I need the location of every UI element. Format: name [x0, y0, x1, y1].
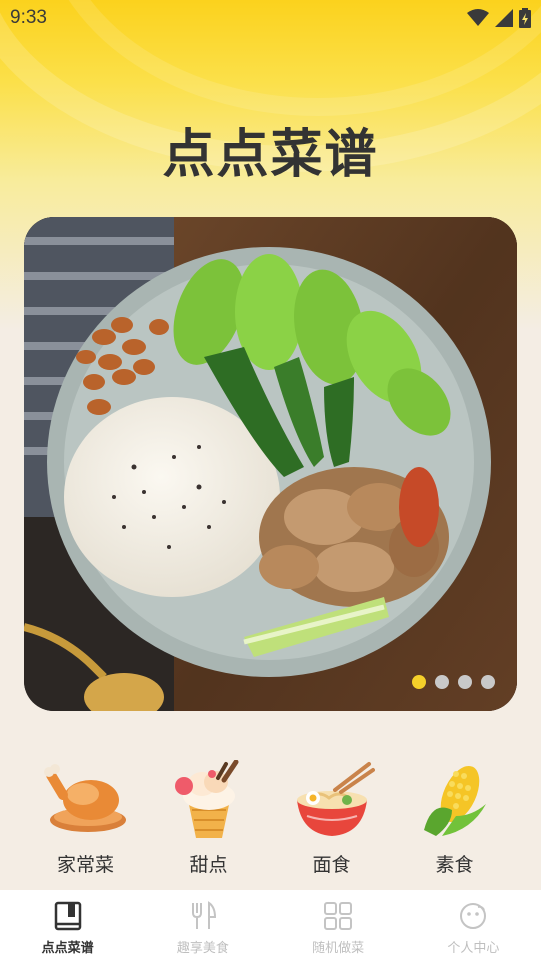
- carousel-dot-1[interactable]: [412, 675, 426, 689]
- category-label: 家常菜: [56, 854, 114, 876]
- signal-icon: [495, 9, 513, 27]
- banner-carousel[interactable]: [24, 217, 517, 711]
- tab-random-dish[interactable]: 随机做菜: [271, 890, 406, 963]
- carousel-dot-3[interactable]: [458, 675, 472, 689]
- category-noodles[interactable]: 面食: [270, 760, 393, 880]
- category-dessert[interactable]: 甜点: [147, 760, 270, 880]
- category-label: 面食: [312, 854, 351, 876]
- category-label: 甜点: [189, 854, 228, 876]
- book-icon: [54, 901, 81, 931]
- ice-cream-icon: [174, 760, 238, 838]
- carousel-dot-4[interactable]: [481, 675, 495, 689]
- carousel-indicator: [412, 675, 495, 689]
- tab-profile[interactable]: 个人中心: [406, 890, 541, 963]
- tab-recipes[interactable]: 点点菜谱: [0, 890, 135, 963]
- page-title: 点点菜谱: [162, 125, 379, 185]
- category-home-cooking[interactable]: 家常菜: [24, 760, 147, 880]
- status-time: 9:33: [10, 7, 47, 28]
- grid-icon: [324, 902, 353, 930]
- status-icons: [467, 8, 531, 28]
- roast-chicken-icon: [43, 764, 126, 832]
- wifi-icon: [467, 9, 489, 26]
- category-list: 家常菜 甜点 面食 素食: [0, 760, 541, 880]
- smiley-icon: [460, 903, 487, 929]
- tab-label: 趣享美食: [176, 941, 229, 956]
- battery-charging-icon: [519, 8, 531, 28]
- category-label: 素食: [435, 854, 474, 876]
- corn-icon: [423, 765, 486, 836]
- noodle-bowl-icon: [296, 762, 375, 836]
- banner-image: [24, 217, 517, 711]
- bottom-tab-bar: 点点菜谱 趣享美食 随机做菜 个人中心: [0, 890, 541, 963]
- tab-label: 随机做菜: [312, 941, 365, 956]
- tab-label: 点点菜谱: [41, 941, 94, 956]
- tab-label: 个人中心: [447, 941, 500, 956]
- tab-food-share[interactable]: 趣享美食: [135, 890, 270, 963]
- fork-knife-icon: [191, 901, 216, 929]
- status-bar: 9:33: [0, 0, 541, 36]
- category-vegetarian[interactable]: 素食: [393, 760, 516, 880]
- carousel-dot-2[interactable]: [435, 675, 449, 689]
